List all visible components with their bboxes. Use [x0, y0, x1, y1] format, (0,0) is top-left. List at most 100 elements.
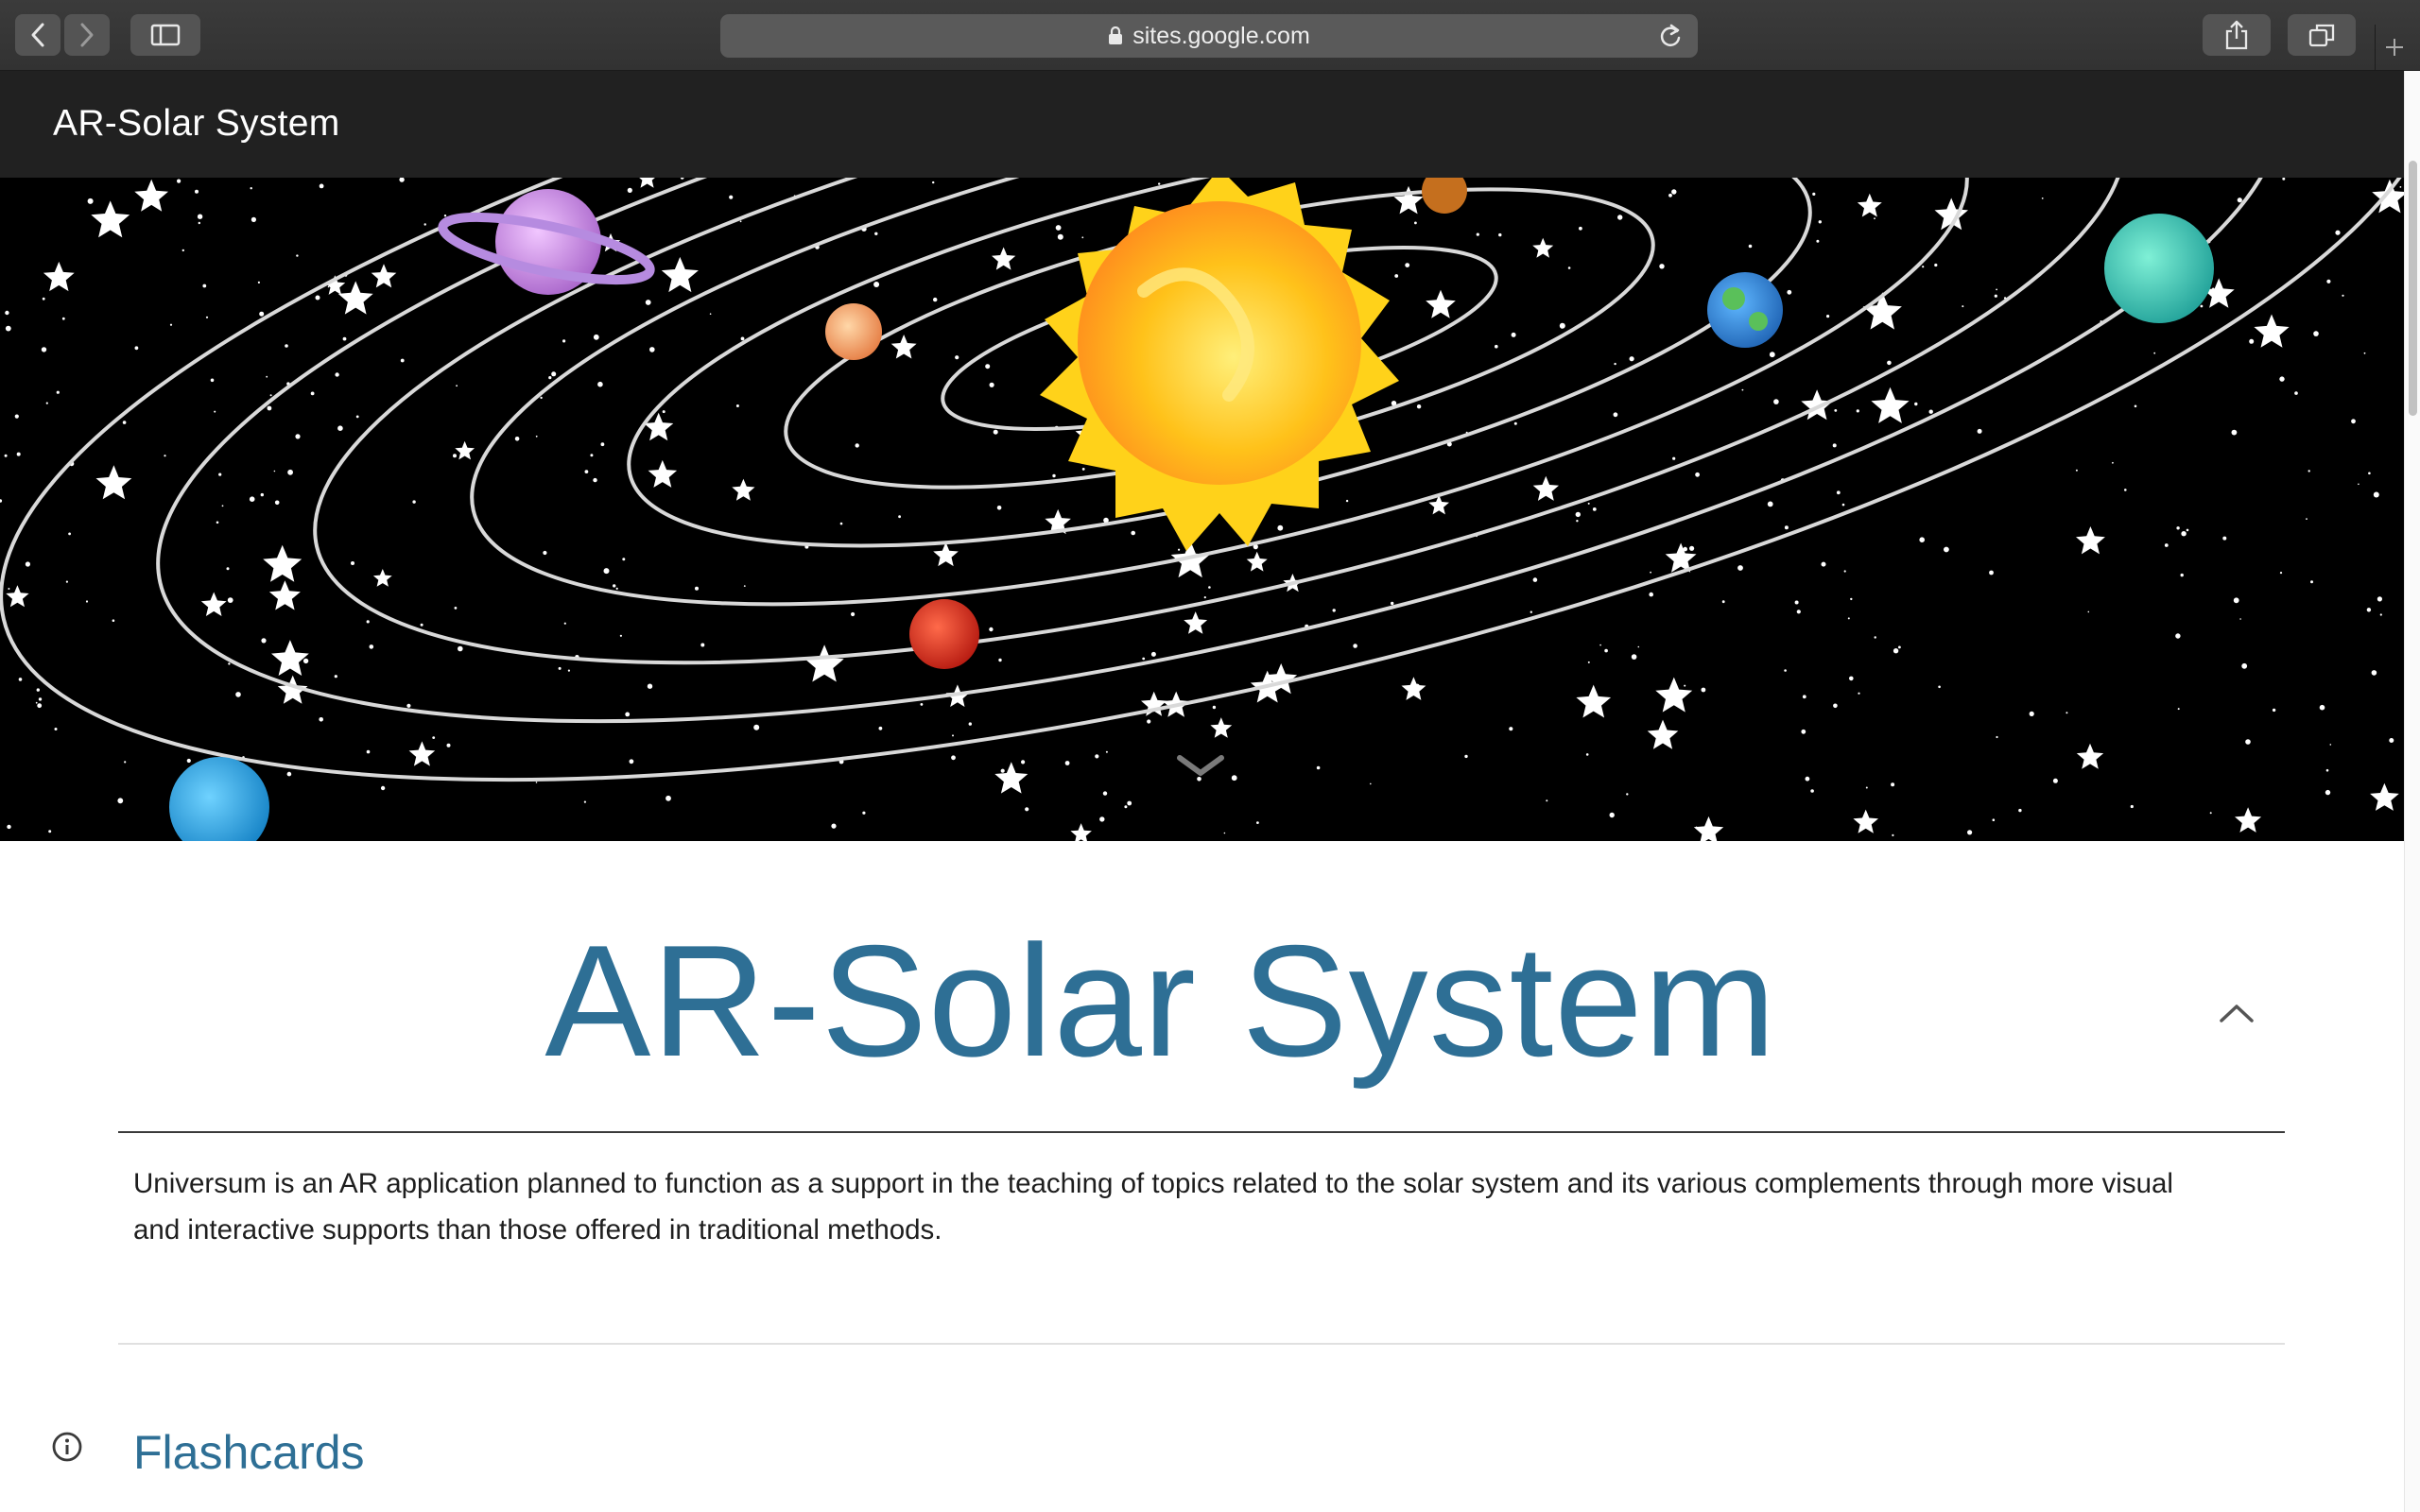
star-dot [1684, 684, 1686, 687]
star-dot [855, 443, 859, 448]
star-dot [1841, 503, 1845, 507]
star-dot [1052, 473, 1056, 478]
scrollbar-thumb[interactable] [2409, 161, 2417, 416]
star-shape [2254, 314, 2290, 348]
star-dot [680, 178, 684, 180]
star-dot [2306, 518, 2308, 520]
star-dot [54, 728, 58, 730]
star-shape [372, 569, 392, 587]
star-dot [1865, 786, 1868, 789]
star-dot [369, 644, 374, 649]
star-dot [597, 381, 603, 387]
star-dot [878, 726, 883, 730]
site-title-link[interactable]: AR-Solar System [53, 103, 340, 145]
star-dot [420, 623, 424, 627]
address-bar[interactable]: sites.google.com [720, 14, 1698, 58]
star-dot [2351, 419, 2356, 424]
star-dot [1604, 648, 1608, 653]
star-dot [5, 325, 11, 332]
star-dot [933, 297, 938, 302]
back-button[interactable] [15, 14, 60, 56]
star-dot [2041, 198, 2044, 199]
star-dot [562, 339, 566, 343]
reload-icon[interactable] [1658, 23, 1683, 49]
star-dot [955, 355, 959, 360]
star-dot [2279, 572, 2283, 575]
star-dot [1934, 263, 1938, 267]
star-dot [2373, 491, 2379, 498]
star-dot [266, 375, 268, 378]
star-dot [1142, 657, 1146, 661]
star-dot [226, 567, 230, 571]
star-shape [1576, 684, 1612, 718]
star-dot [567, 669, 571, 672]
star-dot [1801, 729, 1806, 734]
info-button[interactable] [49, 1429, 85, 1465]
star-dot [1394, 274, 1399, 278]
star-dot [355, 415, 359, 419]
star-dot [1874, 217, 1876, 220]
star-dot [729, 195, 734, 199]
star-dot [2342, 294, 2344, 297]
share-button[interactable] [2203, 14, 2271, 56]
star-dot [998, 658, 1002, 662]
star-dot [1836, 490, 1841, 495]
star-shape [1070, 823, 1092, 841]
star-dot [1892, 833, 1894, 837]
star-shape [95, 465, 132, 500]
star-dot [1127, 800, 1132, 806]
sidebar-icon [150, 24, 181, 46]
star-dot [310, 391, 315, 396]
star-dot [4, 454, 8, 457]
star-dot [456, 385, 458, 387]
forward-button[interactable] [64, 14, 110, 56]
star-dot [218, 472, 222, 476]
star-shape [994, 762, 1028, 794]
star-dot [412, 500, 416, 504]
star-shape [1532, 475, 1559, 501]
star-dot [2377, 596, 2382, 602]
star-dot [662, 410, 666, 414]
star-shape [371, 264, 397, 288]
star-dot [2279, 376, 2285, 382]
star-dot [563, 622, 566, 625]
star-dot [2282, 178, 2286, 180]
tabs-overview-button[interactable] [2288, 14, 2356, 56]
scroll-down-chevron-icon[interactable] [1177, 755, 1224, 776]
star-dot [48, 830, 52, 833]
star-dot [1821, 561, 1826, 567]
star-dot [1874, 636, 1876, 639]
lock-icon [1109, 26, 1123, 44]
star-dot [1938, 685, 1941, 689]
star-dot [1650, 571, 1651, 574]
star-dot [2177, 708, 2180, 711]
star-dot [1131, 530, 1135, 536]
star-dot [1671, 189, 1677, 195]
star-dot [1095, 754, 1099, 759]
star-dot [1546, 799, 1548, 802]
star-dot [1025, 807, 1029, 812]
star-dot [2245, 739, 2251, 745]
new-tab-button[interactable] [2375, 25, 2413, 70]
star-dot [1178, 548, 1181, 551]
star-dot [1370, 782, 1372, 785]
star-shape [271, 640, 309, 676]
collapse-button[interactable] [2216, 992, 2257, 1034]
star-dot [1464, 754, 1468, 759]
star-dot [851, 611, 856, 617]
star-dot [1794, 600, 1799, 605]
star-dot [645, 300, 651, 305]
star-dot [1592, 507, 1597, 511]
star-dot [1414, 221, 1417, 225]
page-scrollbar[interactable] [2404, 71, 2420, 1512]
star-dot [85, 600, 89, 603]
star-shape [1184, 611, 1208, 634]
star-dot [1081, 468, 1085, 471]
star-dot [1787, 289, 1792, 295]
sidebar-button[interactable] [130, 14, 200, 56]
star-dot [2164, 543, 2169, 547]
star-dot [458, 645, 463, 652]
star-dot [65, 580, 68, 583]
star-dot [2153, 352, 2156, 354]
star-dot [221, 505, 224, 507]
